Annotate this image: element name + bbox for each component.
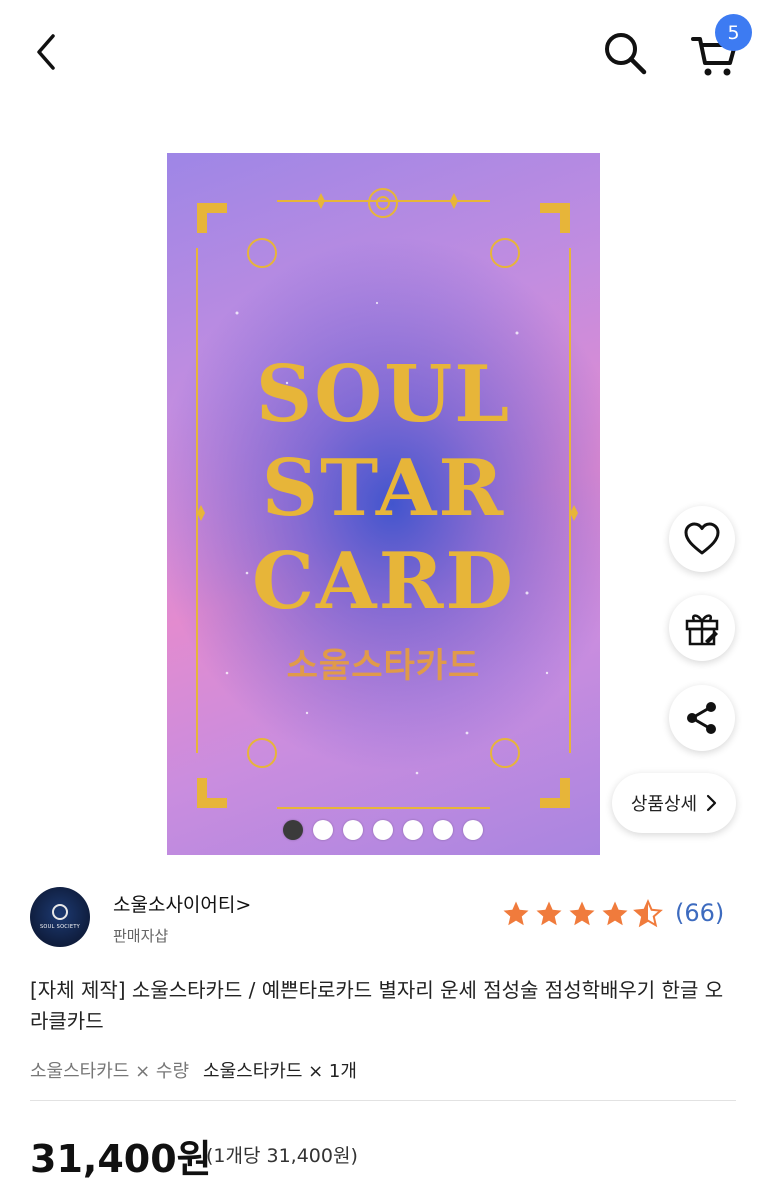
chevron-left-icon xyxy=(37,34,55,70)
carousel-dot[interactable] xyxy=(313,820,333,840)
chevron-right-icon xyxy=(707,794,717,812)
star-full-icon xyxy=(536,901,562,926)
product-detail-button[interactable]: 상품상세 xyxy=(612,773,736,833)
like-button[interactable] xyxy=(669,506,735,572)
heart-icon xyxy=(684,522,720,555)
product-title: [자체 제작] 소울스타카드 / 예쁜타로카드 별자리 운세 점성술 점성학배우… xyxy=(30,978,724,1033)
search-icon xyxy=(605,33,647,75)
product-detail-label: 상품상세 xyxy=(630,794,698,815)
carousel-dot[interactable] xyxy=(343,820,363,840)
carousel-dot[interactable] xyxy=(283,820,303,840)
carousel-pagination xyxy=(283,820,483,842)
card-title-line-3: CARD xyxy=(251,536,516,627)
card-title-line-2: STAR xyxy=(261,443,506,534)
search-button[interactable] xyxy=(598,26,652,80)
product-image: SOUL STAR CARD 소울스타카드 xyxy=(167,153,600,855)
seller-logo[interactable]: SOUL SOCIETY xyxy=(30,887,90,947)
review-count[interactable]: (66) xyxy=(675,899,724,927)
sun-icon xyxy=(52,904,68,920)
seller-shop-label: 판매자샵 xyxy=(113,927,169,945)
chevron-right-icon: > xyxy=(235,894,252,916)
product-image-carousel[interactable]: SOUL STAR CARD 소울스타카드 상품상세 xyxy=(0,100,766,860)
unit-price: (1개당 31,400원) xyxy=(206,1145,358,1167)
selected-option: 소울스타카드 × 수량 소울스타카드 × 1개 xyxy=(30,1057,357,1083)
share-button[interactable] xyxy=(669,685,735,751)
star-full-icon xyxy=(503,901,529,926)
back-button[interactable] xyxy=(22,28,70,76)
card-korean-title: 소울스타카드 xyxy=(286,646,481,686)
carousel-dot[interactable] xyxy=(463,820,483,840)
share-icon xyxy=(687,702,716,734)
top-bar: 5 xyxy=(0,0,766,100)
seller-name: 소울소사이어티 xyxy=(113,894,236,916)
seller-shop-link[interactable]: 소울소사이어티> xyxy=(113,890,251,917)
carousel-dot[interactable] xyxy=(433,820,453,840)
carousel-dot[interactable] xyxy=(373,820,393,840)
seller-section: SOUL SOCIETY 소울소사이어티> 판매자샵 (66) xyxy=(0,860,766,960)
star-half-icon xyxy=(633,899,663,928)
rating-stars xyxy=(501,899,663,929)
cart-count-badge: 5 xyxy=(715,14,752,51)
seller-logo-text: SOUL SOCIETY xyxy=(39,924,81,930)
product-price: 31,400원 xyxy=(30,1137,212,1181)
star-full-icon xyxy=(602,901,628,926)
gift-button[interactable] xyxy=(669,595,735,661)
card-title-line-1: SOUL xyxy=(255,349,512,440)
divider xyxy=(30,1100,736,1101)
carousel-dot[interactable] xyxy=(403,820,423,840)
star-full-icon xyxy=(569,901,595,926)
option-label: 소울스타카드 × 수량 xyxy=(30,1061,190,1082)
gift-icon xyxy=(685,614,719,646)
option-value: 소울스타카드 × 1개 xyxy=(203,1061,357,1082)
